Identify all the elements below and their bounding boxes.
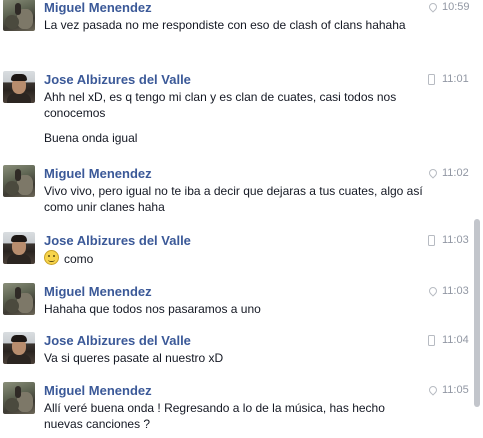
message-text: Vivo vivo, pero igual no te iba a decir …	[44, 184, 423, 214]
message-text: como	[44, 250, 424, 267]
sender-name[interactable]: Miguel Menendez	[44, 165, 152, 182]
sender-name[interactable]: Jose Albizures del Valle	[44, 332, 191, 349]
time-label: 11:04	[442, 334, 469, 346]
smiley-emoji-icon	[44, 250, 59, 265]
time-label: 11:02	[442, 167, 469, 179]
message-text: Ahh nel xD, es q tengo mi clan y es clan…	[44, 90, 397, 120]
avatar[interactable]	[3, 232, 35, 264]
phone-icon	[428, 335, 435, 346]
avatar[interactable]	[3, 283, 35, 315]
message-text: Allí veré buena onda ! Regresando a lo d…	[44, 401, 385, 431]
sender-name[interactable]: Miguel Menendez	[44, 283, 152, 300]
sender-name[interactable]: Jose Albizures del Valle	[44, 71, 191, 88]
avatar[interactable]	[3, 71, 35, 103]
time-label: 10:59	[442, 1, 470, 13]
avatar[interactable]	[3, 332, 35, 364]
scrollbar[interactable]	[474, 219, 480, 407]
sender-name[interactable]: Jose Albizures del Valle	[44, 232, 191, 249]
time-label: 11:03	[442, 234, 469, 246]
sender-name[interactable]: Miguel Menendez	[44, 382, 152, 399]
message-text-span: como	[64, 252, 94, 266]
location-pin-icon	[427, 167, 439, 179]
sender-name[interactable]: Miguel Menendez	[44, 0, 152, 16]
location-pin-icon	[427, 384, 439, 396]
avatar[interactable]	[3, 0, 35, 31]
location-pin-icon	[427, 285, 439, 297]
message-text: La vez pasada no me respondiste con eso …	[44, 18, 406, 32]
message-text: Va si queres pasate al nuestro xD	[44, 351, 224, 365]
message-text: Buena onda igual	[44, 131, 138, 145]
time-label: 11:05	[442, 384, 469, 396]
time-label: 11:01	[442, 73, 469, 85]
avatar[interactable]	[3, 382, 35, 414]
message-text: Hahaha que todos nos pasaramos a uno	[44, 302, 261, 316]
phone-icon	[428, 74, 435, 85]
avatar[interactable]	[3, 165, 35, 197]
time-label: 11:03	[442, 285, 469, 297]
location-pin-icon	[427, 1, 439, 13]
phone-icon	[428, 235, 435, 246]
